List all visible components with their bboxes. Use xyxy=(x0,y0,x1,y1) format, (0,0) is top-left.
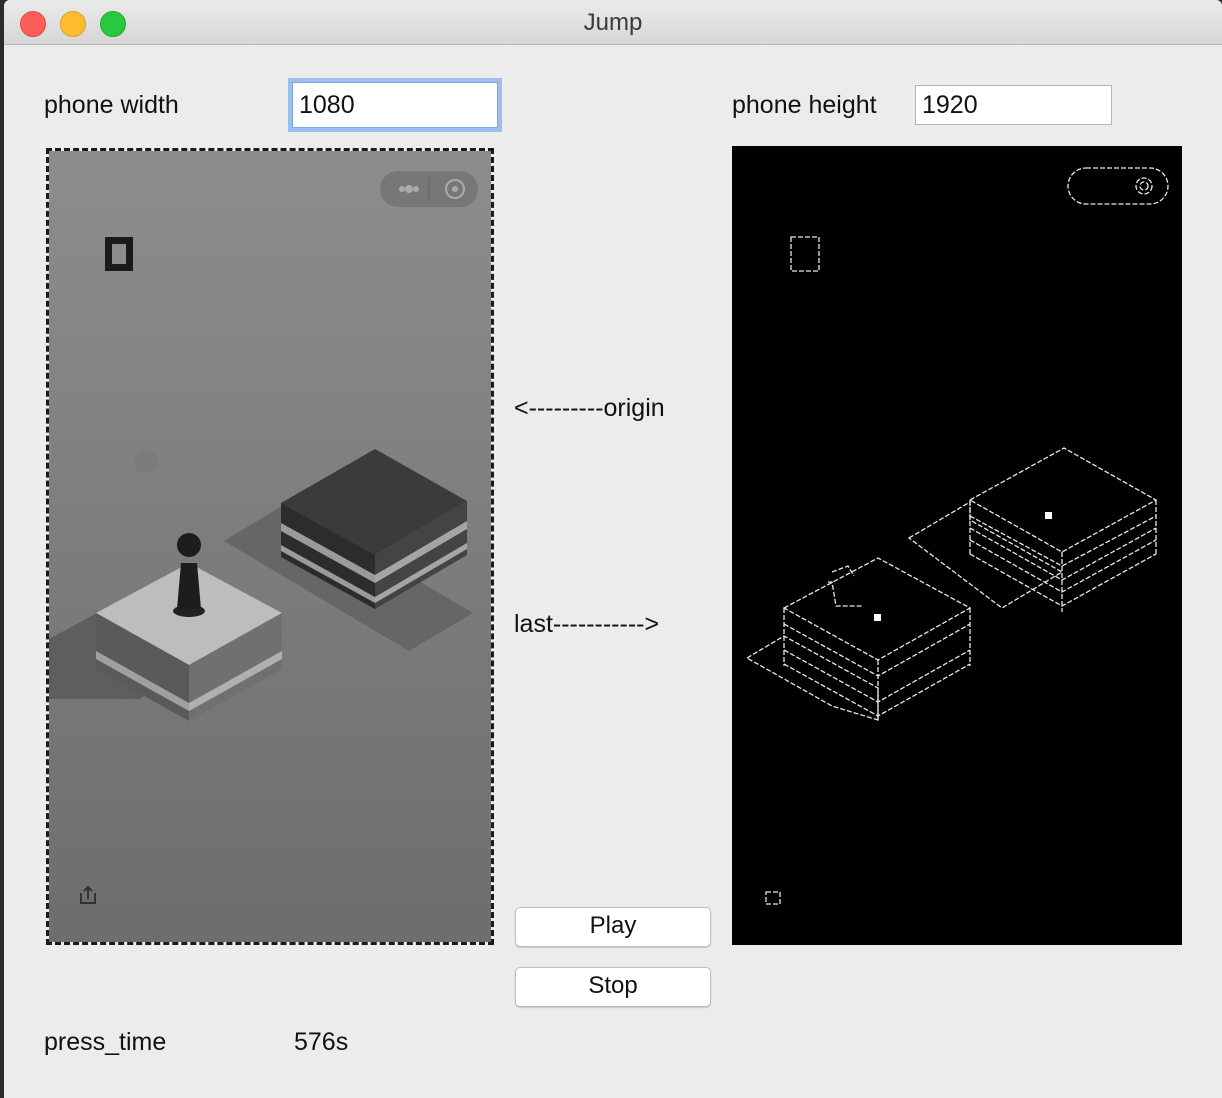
origin-arrow-label: <---------origin xyxy=(514,394,665,422)
stop-button[interactable]: Stop xyxy=(515,967,711,1007)
play-button[interactable]: Play xyxy=(515,907,711,947)
phone-width-input[interactable] xyxy=(292,82,498,128)
title-bar: Jump xyxy=(4,0,1222,45)
last-arrow-label: last-----------> xyxy=(514,610,660,638)
origin-screenshot xyxy=(46,148,494,945)
phone-height-input[interactable] xyxy=(915,85,1112,125)
window-title: Jump xyxy=(583,9,643,36)
app-window: Jump phone width phone height xyxy=(4,0,1222,1098)
phone-height-label: phone height xyxy=(732,91,877,119)
press-time-label: press_time xyxy=(44,1028,167,1056)
phone-width-label: phone width xyxy=(44,91,179,119)
last-edge-screenshot xyxy=(732,146,1182,945)
press-time-value: 576s xyxy=(294,1028,349,1056)
